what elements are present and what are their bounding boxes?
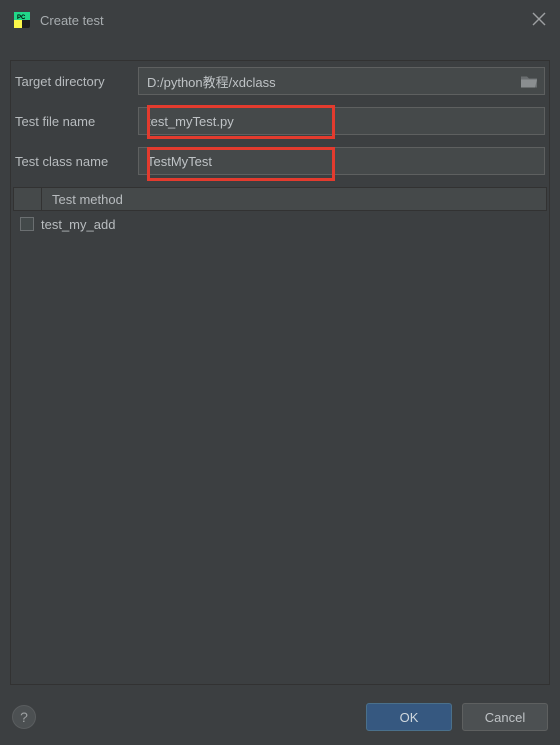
row-target-directory: Target directory — [11, 61, 549, 101]
header-method-label: Test method — [42, 192, 546, 207]
list-header: Test method — [13, 187, 547, 211]
close-icon[interactable] — [532, 12, 546, 26]
label-test-file-name: Test file name — [13, 114, 138, 129]
label-test-class-name: Test class name — [13, 154, 138, 169]
help-button[interactable]: ? — [12, 705, 36, 729]
row-test-file-name: Test file name — [11, 101, 549, 141]
row-test-class-name: Test class name — [11, 141, 549, 181]
test-class-name-input[interactable] — [138, 147, 545, 175]
window-title: Create test — [40, 13, 104, 28]
ok-button-label: OK — [400, 710, 419, 725]
titlebar: PC Create test — [0, 0, 560, 40]
list-item[interactable]: test_my_add — [13, 211, 547, 237]
pycharm-icon: PC — [14, 12, 30, 28]
cancel-button[interactable]: Cancel — [462, 703, 548, 731]
test-file-name-input[interactable] — [138, 107, 545, 135]
target-directory-input[interactable] — [138, 67, 545, 95]
cancel-button-label: Cancel — [485, 710, 525, 725]
method-name: test_my_add — [41, 217, 547, 232]
browse-folder-icon[interactable] — [521, 75, 537, 88]
ok-button[interactable]: OK — [366, 703, 452, 731]
svg-text:PC: PC — [17, 15, 26, 21]
test-method-list: Test method test_my_add — [13, 187, 547, 682]
help-icon: ? — [20, 709, 28, 725]
header-checkbox-cell — [14, 188, 42, 210]
method-checkbox[interactable] — [20, 217, 34, 231]
dialog-content: Target directory Test file name Test cla… — [10, 60, 550, 685]
label-target-directory: Target directory — [13, 74, 138, 89]
dialog-footer: ? OK Cancel — [0, 689, 560, 745]
